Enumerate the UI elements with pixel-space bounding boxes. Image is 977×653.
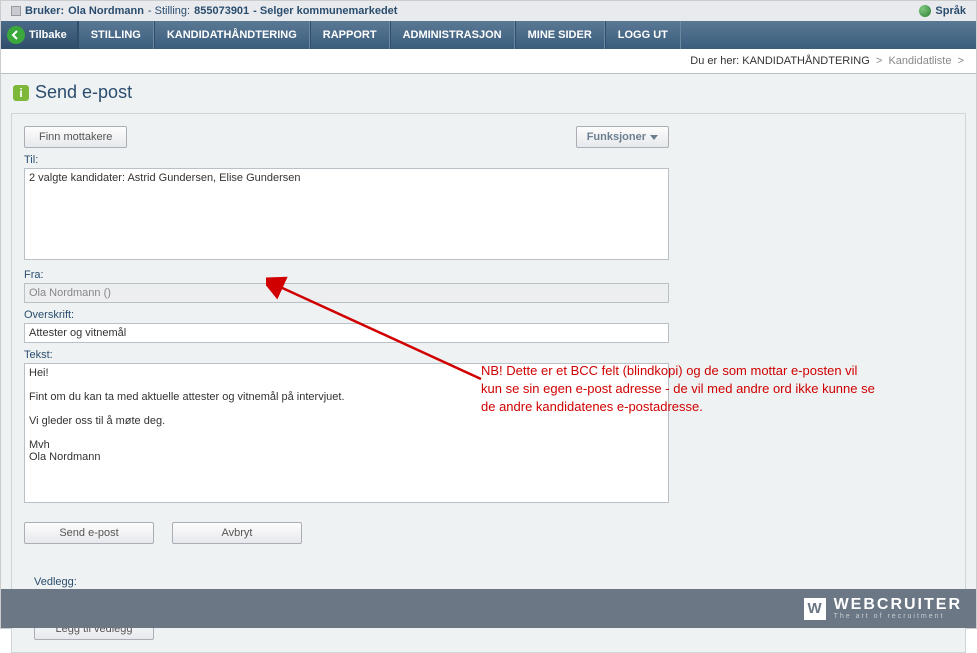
globe-icon [919, 5, 931, 17]
form-action-row: Send e-post Avbryt [24, 522, 669, 544]
from-label: Fra: [24, 269, 669, 281]
back-label: Tilbake [29, 29, 67, 41]
main-nav: Tilbake STILLING KANDIDATHÅNDTERING RAPP… [1, 21, 976, 49]
breadcrumb-seg1: KANDIDATHÅNDTERING [742, 55, 870, 67]
language-selector[interactable]: Språk [919, 5, 966, 17]
breadcrumb-prefix: Du er her: [690, 55, 739, 67]
from-field [24, 283, 669, 303]
breadcrumb-sep: > [873, 55, 886, 67]
brand-tagline: The art of recruitment [834, 613, 962, 620]
nav-kandidathandtering[interactable]: KANDIDATHÅNDTERING [154, 21, 310, 49]
nav-administrasjon[interactable]: ADMINISTRASJON [390, 21, 515, 49]
brand-name: WEBCRUITER [834, 597, 962, 613]
nav-mine-sider[interactable]: MINE SIDER [515, 21, 605, 49]
send-button[interactable]: Send e-post [24, 522, 154, 544]
lang-label: Språk [935, 5, 966, 17]
top-button-row: Finn mottakere Funksjoner [24, 126, 669, 148]
breadcrumb-seg2[interactable]: Kandidatliste [888, 55, 951, 67]
annotation-text: NB! Dette er et BCC felt (blindkopi) og … [481, 362, 881, 417]
subject-label: Overskrift: [24, 309, 669, 321]
logo-mark-icon: W [804, 598, 826, 620]
logo-text: WEBCRUITER The art of recruitment [834, 597, 962, 620]
back-arrow-icon [7, 26, 25, 44]
to-field[interactable] [24, 168, 669, 260]
attachment-label: Vedlegg: [34, 576, 309, 588]
nav-stilling[interactable]: STILLING [78, 21, 154, 49]
footer-logo: W WEBCRUITER The art of recruitment [804, 597, 962, 620]
breadcrumb-sep2: > [955, 55, 964, 67]
content-area: i Send e-post Finn mottakere Funksjoner … [1, 74, 976, 590]
pos-number: 855073901 [194, 5, 249, 17]
chevron-down-icon [650, 135, 658, 140]
user-info: Bruker: Ola Nordmann - Stilling: 8550739… [11, 5, 397, 17]
form-left-column: Finn mottakere Funksjoner Til: Fra: Over… [24, 126, 669, 544]
functions-label: Funksjoner [587, 131, 646, 143]
to-label: Til: [24, 154, 669, 166]
page-title-text: Send e-post [35, 82, 132, 103]
page-title: i Send e-post [13, 82, 966, 103]
user-name: Ola Nordmann [68, 5, 144, 17]
footer: W WEBCRUITER The art of recruitment [1, 589, 976, 628]
back-button[interactable]: Tilbake [1, 21, 78, 49]
nav-logg-ut[interactable]: LOGG UT [605, 21, 681, 49]
pos-label: - Stilling: [148, 5, 190, 17]
nav-rapport[interactable]: RAPPORT [310, 21, 390, 49]
subject-field[interactable] [24, 323, 669, 343]
breadcrumb: Du er her: KANDIDATHÅNDTERING > Kandidat… [1, 49, 976, 74]
user-square-icon [11, 6, 21, 16]
cancel-button[interactable]: Avbryt [172, 522, 302, 544]
info-icon: i [13, 85, 29, 101]
pos-title: - Selger kommunemarkedet [253, 5, 397, 17]
find-recipients-button[interactable]: Finn mottakere [24, 126, 127, 148]
functions-button[interactable]: Funksjoner [576, 126, 669, 148]
body-label: Tekst: [24, 349, 669, 361]
user-label: Bruker: [25, 5, 64, 17]
top-user-bar: Bruker: Ola Nordmann - Stilling: 8550739… [1, 1, 976, 21]
